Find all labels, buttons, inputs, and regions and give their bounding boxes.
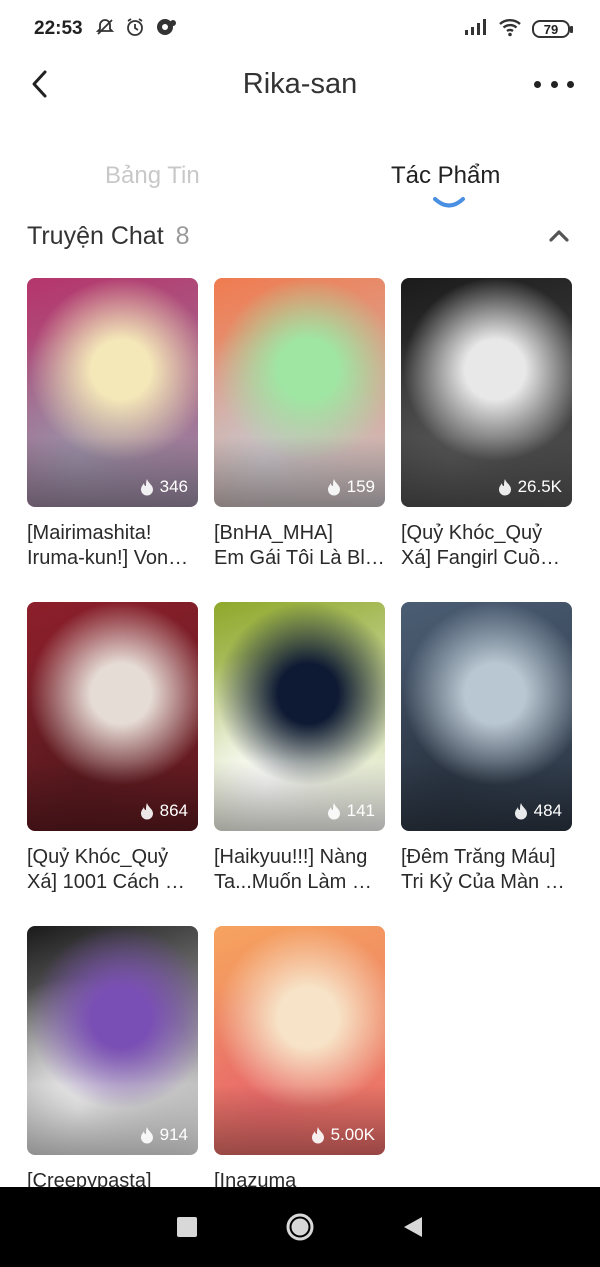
flame-icon xyxy=(140,479,153,496)
story-title[interactable]: [Quỷ Khóc_Quỷ Xá] 1001 Cách … xyxy=(27,845,198,895)
flame-icon xyxy=(514,803,527,820)
chevron-up-icon xyxy=(549,230,569,242)
bell-off-icon xyxy=(95,17,115,42)
flame-icon xyxy=(327,803,340,820)
recent-apps-icon xyxy=(176,1217,197,1237)
view-count-text: 26.5K xyxy=(517,477,562,496)
story-cover[interactable]: 484 xyxy=(401,602,572,831)
back-nav-button[interactable] xyxy=(393,1207,433,1247)
view-count: 5.00K xyxy=(310,1125,375,1145)
profile-tabs: Bảng Tin Tác Phẩm xyxy=(0,158,600,218)
view-count-text: 141 xyxy=(346,801,375,820)
section-header: Truyện Chat 8 xyxy=(27,216,573,256)
home-button[interactable] xyxy=(280,1207,320,1247)
view-count-text: 346 xyxy=(159,477,188,496)
more-options-button[interactable] xyxy=(534,72,574,96)
story-cover[interactable]: 914 xyxy=(27,926,198,1155)
status-bar: 22:53 79 xyxy=(0,0,600,58)
view-count: 26.5K xyxy=(497,477,562,497)
flame-icon xyxy=(311,1127,324,1144)
view-count: 159 xyxy=(326,477,375,497)
story-cover[interactable]: 159 xyxy=(214,278,385,507)
view-count-text: 864 xyxy=(159,801,188,820)
story-cover[interactable]: 141 xyxy=(214,602,385,831)
status-icons-right: 79 xyxy=(464,17,573,42)
story-title[interactable]: [Haikyuu!!!] Nàng Ta...Muốn Làm … xyxy=(214,845,385,895)
view-count-text: 914 xyxy=(159,1125,188,1144)
flame-icon xyxy=(140,803,153,820)
flame-icon xyxy=(140,1127,153,1144)
flame-icon xyxy=(327,479,340,496)
signal-icon xyxy=(464,18,488,41)
status-time: 22:53 xyxy=(34,18,83,39)
alarm-icon xyxy=(125,17,145,42)
view-count-text: 484 xyxy=(533,801,562,820)
collapse-button[interactable] xyxy=(545,222,573,250)
story-cover[interactable]: 346 xyxy=(27,278,198,507)
section-title: Truyện Chat xyxy=(27,221,164,250)
page-title: Rika-san xyxy=(242,68,358,100)
story-card[interactable]: 346 [Mairimashita! Iruma-kun!] Von… xyxy=(27,278,198,602)
story-card[interactable]: 484 [Đêm Trăng Máu] Tri Kỷ Của Màn … xyxy=(401,602,572,926)
section-count: 8 xyxy=(175,221,190,250)
story-title[interactable]: [Đêm Trăng Máu] Tri Kỷ Của Màn … xyxy=(401,845,572,895)
story-cover[interactable]: 5.00K xyxy=(214,926,385,1155)
more-dot xyxy=(534,80,541,88)
more-dot xyxy=(567,80,574,88)
status-icons-left xyxy=(95,17,177,42)
view-count: 914 xyxy=(139,1125,188,1145)
view-count: 141 xyxy=(326,801,375,821)
active-tab-indicator xyxy=(433,197,465,208)
story-card[interactable]: 864 [Quỷ Khóc_Quỷ Xá] 1001 Cách … xyxy=(27,602,198,926)
story-grid: 346 [Mairimashita! Iruma-kun!] Von… 159 [Bn… xyxy=(27,278,573,1250)
recent-apps-button[interactable] xyxy=(167,1207,207,1247)
app-header: Rika-san xyxy=(0,58,600,110)
story-card[interactable]: 26.5K [Quỷ Khóc_Quỷ Xá] Fangirl Cuồ… xyxy=(401,278,572,602)
story-card[interactable]: 159 [BnHA_MHA] Em Gái Tôi Là Bl… xyxy=(214,278,385,602)
flame-icon xyxy=(498,479,511,496)
story-title[interactable]: [BnHA_MHA] Em Gái Tôi Là Bl… xyxy=(214,521,385,571)
back-triangle-icon xyxy=(404,1217,423,1237)
view-count: 864 xyxy=(139,801,188,821)
tab-works[interactable]: Tác Phẩm xyxy=(391,162,500,190)
view-count-text: 159 xyxy=(346,477,375,496)
view-count: 346 xyxy=(139,477,188,497)
battery-indicator: 79 xyxy=(532,20,573,38)
system-nav-bar xyxy=(0,1187,600,1267)
tab-feed[interactable]: Bảng Tin xyxy=(105,162,200,190)
messenger-icon xyxy=(155,17,177,42)
story-cover[interactable]: 26.5K xyxy=(401,278,572,507)
wifi-icon xyxy=(498,17,522,42)
home-icon xyxy=(286,1213,314,1241)
story-card[interactable]: 141 [Haikyuu!!!] Nàng Ta...Muốn Làm … xyxy=(214,602,385,926)
story-title[interactable]: [Mairimashita! Iruma-kun!] Von… xyxy=(27,521,198,571)
view-count: 484 xyxy=(513,801,562,821)
view-count-text: 5.00K xyxy=(330,1125,375,1144)
more-dot xyxy=(550,80,558,88)
story-title[interactable]: [Quỷ Khóc_Quỷ Xá] Fangirl Cuồ… xyxy=(401,521,572,571)
story-cover[interactable]: 864 xyxy=(27,602,198,831)
